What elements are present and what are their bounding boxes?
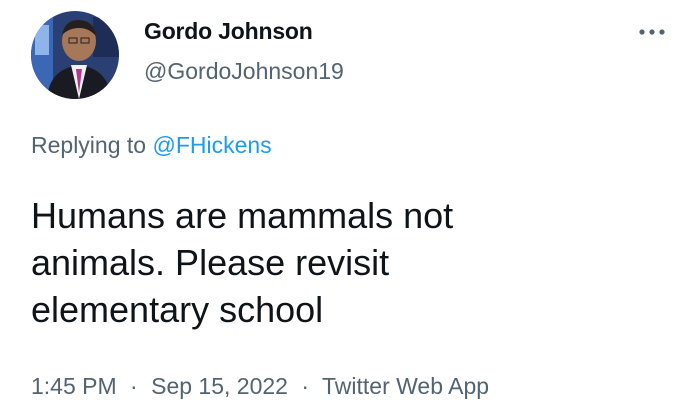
avatar-photo (31, 11, 119, 99)
tweet-text-line: elementary school (31, 289, 324, 330)
display-name[interactable]: Gordo Johnson (144, 18, 313, 45)
tweet-card: Gordo Johnson @GordoJohnson19 Replying t… (0, 0, 700, 410)
tweet-time: 1:45 PM (31, 373, 117, 399)
tweet-meta: 1:45 PM · Sep 15, 2022 · Twitter Web App (31, 373, 489, 400)
user-handle[interactable]: @GordoJohnson19 (144, 58, 344, 85)
tweet-date: Sep 15, 2022 (151, 373, 288, 399)
replying-to-label: Replying to (31, 132, 147, 158)
more-horizontal-icon (639, 29, 665, 35)
timestamp-link[interactable]: 1:45 PM · Sep 15, 2022 (31, 373, 294, 399)
meta-separator: · (301, 373, 310, 399)
meta-separator: · (130, 373, 138, 399)
tweet-text-line: animals. Please revisit (31, 242, 390, 283)
tweet-text-line: Humans are mammals not (31, 195, 454, 236)
more-button[interactable] (634, 18, 670, 46)
avatar[interactable] (31, 11, 119, 99)
replying-to: Replying to @FHickens (31, 132, 272, 159)
replying-to-handle-link[interactable]: @FHickens (152, 132, 271, 158)
source-app-link[interactable]: Twitter Web App (322, 373, 489, 399)
tweet-text: Humans are mammals not animals. Please r… (31, 192, 591, 333)
